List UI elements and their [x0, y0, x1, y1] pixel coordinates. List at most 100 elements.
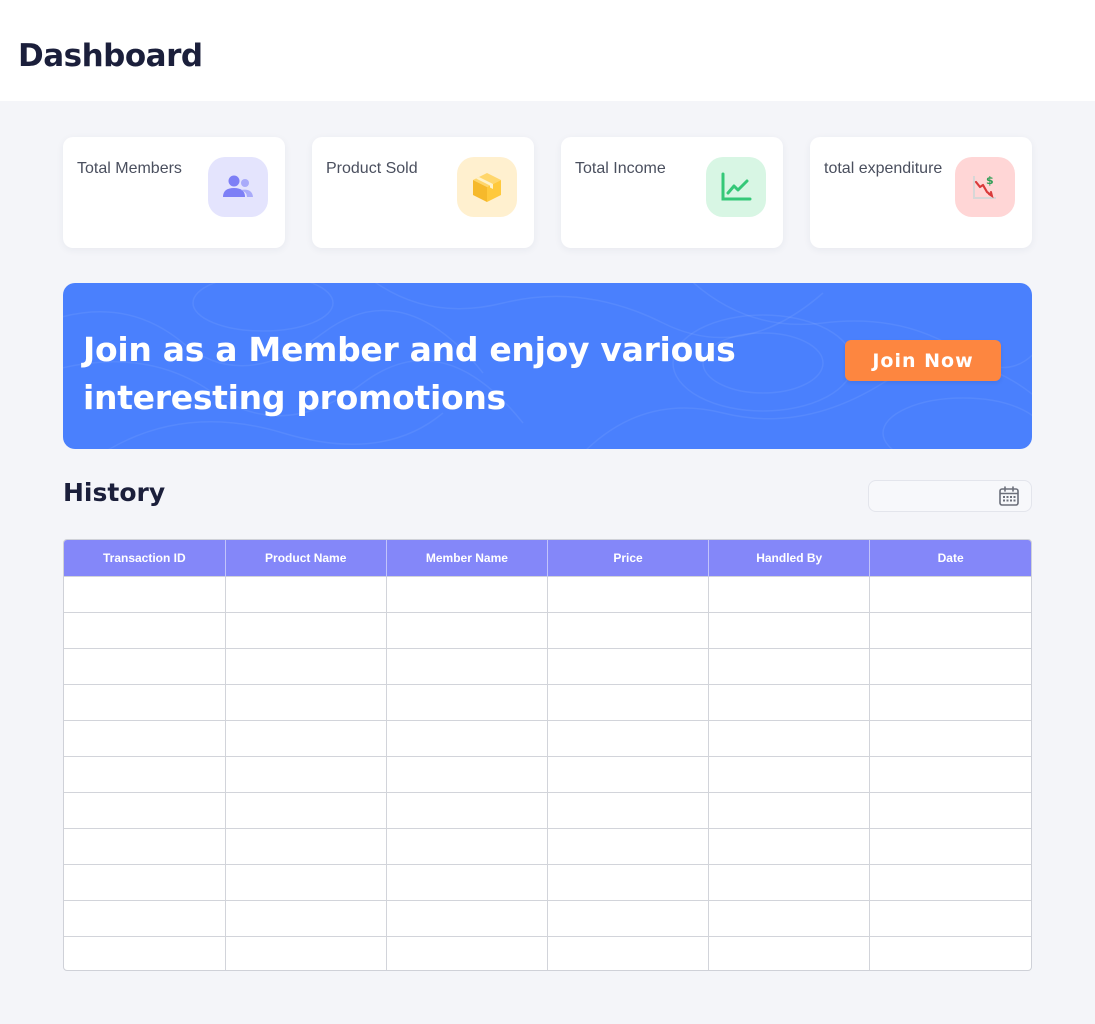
table-row[interactable]: [64, 611, 1031, 648]
table-cell: [386, 899, 548, 936]
table-header-row: Transaction ID Product Name Member Name …: [64, 540, 1031, 576]
table-cell: [386, 755, 548, 792]
table-cell: [386, 611, 548, 648]
table-cell: [386, 863, 548, 900]
stat-card-total-members[interactable]: Total Members: [63, 137, 285, 248]
table-cell: [869, 863, 1031, 900]
date-input[interactable]: [877, 485, 987, 507]
promo-banner: Join as a Member and enjoy various inter…: [63, 283, 1032, 449]
table-cell: [64, 791, 226, 828]
members-icon: [208, 157, 268, 217]
table-cell: [708, 899, 871, 936]
table-cell: [64, 899, 226, 936]
svg-text:$: $: [986, 174, 994, 187]
table-cell: [386, 935, 548, 970]
table-cell: [708, 719, 871, 756]
table-cell: [386, 827, 548, 864]
income-chart-icon: [706, 157, 766, 217]
join-now-button[interactable]: Join Now: [845, 340, 1001, 381]
table-row[interactable]: [64, 935, 1031, 970]
table-row[interactable]: [64, 863, 1031, 900]
table-cell: [869, 647, 1031, 684]
table-row[interactable]: [64, 575, 1031, 612]
table-cell: [547, 719, 710, 756]
table-cell: [869, 791, 1031, 828]
column-header-handled-by[interactable]: Handled By: [708, 540, 871, 576]
table-cell: [869, 719, 1031, 756]
table-cell: [547, 683, 710, 720]
table-cell: [225, 935, 387, 970]
stat-label: Total Income: [575, 160, 666, 177]
table-row[interactable]: [64, 899, 1031, 936]
table-cell: [547, 827, 710, 864]
table-cell: [547, 791, 710, 828]
table-cell: [708, 611, 871, 648]
table-cell: [225, 719, 387, 756]
expenditure-icon: $: [955, 157, 1015, 217]
table-cell: [225, 827, 387, 864]
table-cell: [708, 575, 871, 612]
table-cell: [869, 935, 1031, 970]
table-cell: [64, 647, 226, 684]
column-header-date[interactable]: Date: [869, 540, 1031, 576]
table-row[interactable]: [64, 827, 1031, 864]
table-cell: [547, 647, 710, 684]
table-cell: [547, 611, 710, 648]
table-cell: [547, 863, 710, 900]
table-cell: [225, 863, 387, 900]
stat-card-product-sold[interactable]: Product Sold: [312, 137, 534, 248]
column-header-product-name[interactable]: Product Name: [225, 540, 387, 576]
table-cell: [225, 791, 387, 828]
table-cell: [708, 791, 871, 828]
table-cell: [225, 899, 387, 936]
stat-label: Product Sold: [326, 160, 418, 177]
banner-title: Join as a Member and enjoy various inter…: [83, 330, 736, 417]
table-cell: [547, 899, 710, 936]
table-cell: [869, 611, 1031, 648]
table-cell: [708, 827, 871, 864]
stats-cards: Total Members Product Sold Total Income: [63, 137, 1032, 248]
table-cell: [386, 647, 548, 684]
table-cell: [64, 755, 226, 792]
table-cell: [708, 755, 871, 792]
table-cell: [869, 575, 1031, 612]
date-picker[interactable]: [868, 480, 1032, 512]
table-cell: [64, 719, 226, 756]
table-cell: [708, 683, 871, 720]
column-header-price[interactable]: Price: [547, 540, 710, 576]
calendar-icon[interactable]: [998, 485, 1020, 507]
column-header-transaction-id[interactable]: Transaction ID: [64, 540, 226, 576]
table-cell: [708, 863, 871, 900]
stat-card-total-expenditure[interactable]: total expenditure $: [810, 137, 1032, 248]
table-cell: [225, 647, 387, 684]
table-cell: [225, 683, 387, 720]
table-cell: [547, 935, 710, 970]
top-bar: Dashboard: [0, 0, 1095, 101]
table-cell: [869, 827, 1031, 864]
table-cell: [386, 791, 548, 828]
stat-label: Total Members: [77, 160, 182, 177]
column-header-member-name[interactable]: Member Name: [386, 540, 548, 576]
table-row[interactable]: [64, 755, 1031, 792]
table-cell: [708, 647, 871, 684]
table-cell: [869, 899, 1031, 936]
box-icon: [457, 157, 517, 217]
table-cell: [225, 611, 387, 648]
table-cell: [386, 683, 548, 720]
table-cell: [708, 935, 871, 970]
table-row[interactable]: [64, 719, 1031, 756]
table-cell: [64, 827, 226, 864]
table-row[interactable]: [64, 791, 1031, 828]
table-cell: [386, 719, 548, 756]
table-cell: [225, 575, 387, 612]
table-cell: [547, 755, 710, 792]
table-row[interactable]: [64, 647, 1031, 684]
table-cell: [225, 755, 387, 792]
table-cell: [64, 863, 226, 900]
stat-card-total-income[interactable]: Total Income: [561, 137, 783, 248]
table-row[interactable]: [64, 683, 1031, 720]
table-cell: [64, 611, 226, 648]
table-cell: [869, 755, 1031, 792]
table-cell: [64, 935, 226, 970]
history-table: Transaction ID Product Name Member Name …: [63, 539, 1032, 971]
